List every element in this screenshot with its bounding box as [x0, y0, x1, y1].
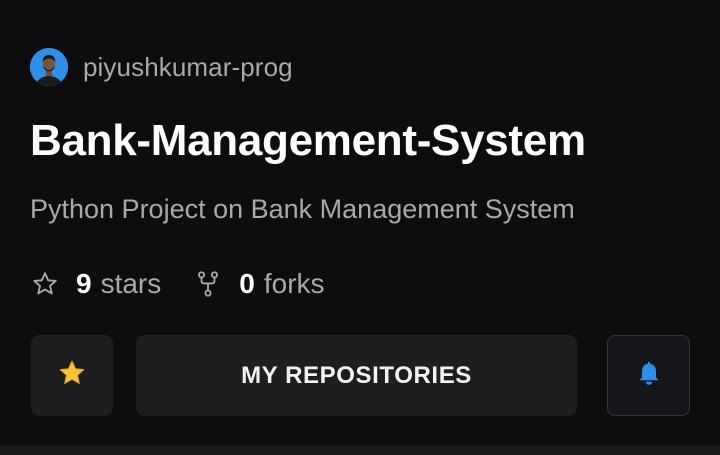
avatar-image	[30, 48, 68, 86]
owner-name[interactable]: piyushkumar-prog	[83, 52, 293, 83]
forks-label: forks	[263, 268, 325, 299]
notifications-button[interactable]	[607, 335, 690, 416]
repo-title: Bank-Management-System	[30, 116, 586, 165]
stats-row: 9 stars 0 forks	[30, 266, 325, 302]
bottom-divider	[0, 445, 720, 455]
owner-row[interactable]: piyushkumar-prog	[30, 47, 293, 87]
star-emoji-icon	[57, 358, 87, 393]
bell-icon	[634, 358, 664, 393]
fork-icon	[193, 269, 223, 299]
forks-stat[interactable]: 0 forks	[193, 268, 325, 300]
stars-label: stars	[100, 268, 162, 299]
avatar[interactable]	[30, 48, 68, 86]
repo-description: Python Project on Bank Management System	[30, 194, 575, 224]
forks-count: 0	[239, 268, 255, 299]
stars-count: 9	[76, 268, 92, 299]
star-button[interactable]	[31, 335, 113, 416]
star-outline-icon	[30, 269, 60, 299]
my-repositories-button[interactable]: MY REPOSITORIES	[136, 335, 577, 416]
stars-stat[interactable]: 9 stars	[30, 268, 161, 300]
repo-card: piyushkumar-prog Bank-Management-System …	[0, 0, 720, 445]
